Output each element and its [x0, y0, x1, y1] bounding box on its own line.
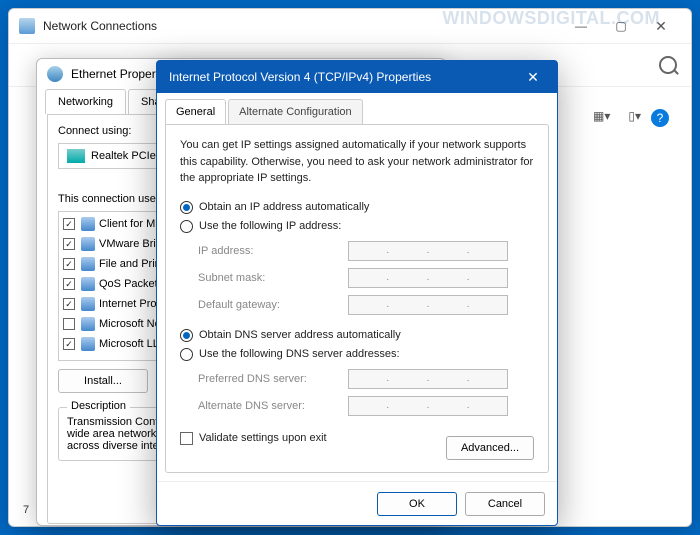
install-button[interactable]: Install...	[58, 369, 148, 393]
tab-general[interactable]: General	[165, 99, 226, 124]
component-icon	[81, 337, 95, 351]
nic-icon	[67, 149, 85, 163]
checkbox[interactable]: ✓	[63, 258, 75, 270]
subnet-mask-input[interactable]: ...	[348, 268, 508, 288]
alternate-dns-input[interactable]: ...	[348, 396, 508, 416]
dlg-buttons: OK Cancel	[157, 481, 557, 525]
component-icon	[81, 317, 95, 331]
search-icon[interactable]	[659, 56, 677, 74]
component-icon	[81, 237, 95, 251]
view-controls: ▦▾ ▯▾	[593, 109, 641, 123]
close-icon[interactable]: ✕	[521, 65, 545, 89]
item-count: 7	[23, 504, 29, 516]
preferred-dns-input[interactable]: ...	[348, 369, 508, 389]
component-icon	[81, 277, 95, 291]
component-icon	[81, 217, 95, 231]
cancel-button[interactable]: Cancel	[465, 492, 545, 516]
component-icon	[81, 257, 95, 271]
radio-icon	[180, 348, 193, 361]
default-gateway-label: Default gateway:	[198, 299, 348, 311]
radio-icon	[180, 220, 193, 233]
checkbox[interactable]: ✓	[63, 278, 75, 290]
checkbox-icon	[180, 432, 193, 445]
checkbox[interactable]: ✓	[63, 298, 75, 310]
dlg-description: You can get IP settings assigned automat…	[180, 137, 534, 187]
checkbox[interactable]: ✓	[63, 218, 75, 230]
ok-button[interactable]: OK	[377, 492, 457, 516]
ip-address-input[interactable]: ...	[348, 241, 508, 261]
radio-icon	[180, 329, 193, 342]
radio-dns-manual[interactable]: Use the following DNS server addresses:	[180, 348, 534, 361]
dlg-panel: You can get IP settings assigned automat…	[165, 124, 549, 473]
watermark: WINDOWSDIGITAL.COM	[442, 8, 660, 29]
tab-alternate-configuration[interactable]: Alternate Configuration	[228, 99, 363, 124]
ethernet-icon	[47, 66, 63, 82]
advanced-button[interactable]: Advanced...	[446, 436, 534, 460]
radio-icon	[180, 201, 193, 214]
ip-address-label: IP address:	[198, 245, 348, 257]
radio-ip-auto[interactable]: Obtain an IP address automatically	[180, 201, 534, 214]
tab-networking[interactable]: Networking	[45, 89, 126, 114]
component-icon	[81, 297, 95, 311]
view-grid-icon[interactable]: ▦▾	[593, 109, 610, 123]
checkbox[interactable]	[63, 318, 75, 330]
subnet-mask-label: Subnet mask:	[198, 272, 348, 284]
view-details-icon[interactable]: ▯▾	[628, 109, 641, 123]
dlg-title-text: Internet Protocol Version 4 (TCP/IPv4) P…	[169, 70, 431, 84]
checkbox[interactable]: ✓	[63, 338, 75, 350]
network-icon	[19, 18, 35, 34]
ip-fields: IP address:... Subnet mask:... Default g…	[198, 239, 534, 317]
dns-fields: Preferred DNS server:... Alternate DNS s…	[198, 367, 534, 418]
radio-dns-auto[interactable]: Obtain DNS server address automatically	[180, 329, 534, 342]
ipv4-properties-dialog: Internet Protocol Version 4 (TCP/IPv4) P…	[156, 60, 558, 526]
checkbox[interactable]: ✓	[63, 238, 75, 250]
description-label: Description	[67, 400, 130, 412]
preferred-dns-label: Preferred DNS server:	[198, 373, 348, 385]
default-gateway-input[interactable]: ...	[348, 295, 508, 315]
help-icon[interactable]: ?	[651, 109, 669, 127]
dlg-titlebar: Internet Protocol Version 4 (TCP/IPv4) P…	[157, 61, 557, 93]
alternate-dns-label: Alternate DNS server:	[198, 400, 348, 412]
dlg-tabs: General Alternate Configuration	[157, 93, 557, 124]
bg-title: Network Connections	[43, 19, 157, 33]
radio-ip-manual[interactable]: Use the following IP address:	[180, 220, 534, 233]
